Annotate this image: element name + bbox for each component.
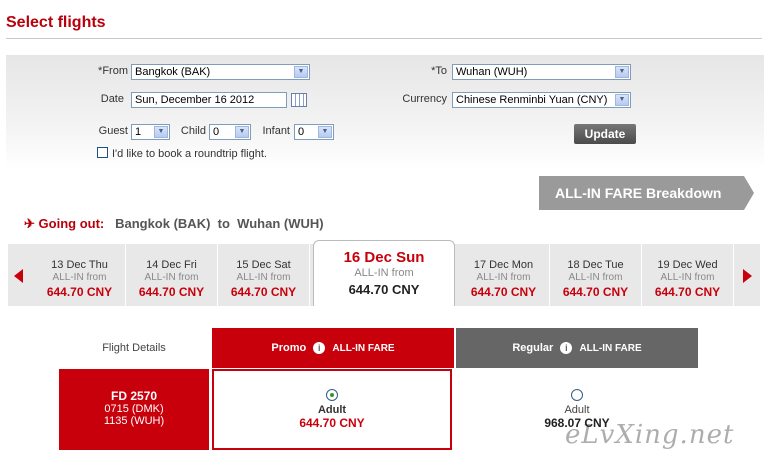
info-icon[interactable]: i bbox=[560, 342, 573, 355]
date-tab-sub: ALL-IN from bbox=[476, 272, 531, 283]
currency-label: Currency bbox=[402, 93, 447, 105]
currency-select[interactable]: Chinese Renminbi Yuan (CNY) ▼ bbox=[452, 92, 631, 108]
chevron-down-icon: ▼ bbox=[615, 94, 629, 106]
calendar-icon[interactable] bbox=[291, 93, 307, 107]
date-label: Date bbox=[100, 93, 124, 105]
update-button[interactable]: Update bbox=[574, 124, 636, 144]
date-tab-16-dec-selected[interactable]: 16 Dec Sun ALL-IN from 644.70 CNY bbox=[313, 240, 455, 306]
date-tab-date: 17 Dec Mon bbox=[473, 259, 534, 271]
date-tab-sub: ALL-IN from bbox=[354, 267, 414, 279]
date-tab-price: 644.70 CNY bbox=[654, 285, 721, 299]
infant-select[interactable]: 0 ▼ bbox=[294, 124, 334, 140]
promo-fare-option[interactable]: Adult 644.70 CNY bbox=[212, 369, 452, 450]
date-tab-sub: ALL-IN from bbox=[660, 272, 715, 283]
promo-label: Promo bbox=[271, 342, 307, 354]
from-label: *From bbox=[98, 65, 128, 77]
date-tab-14-dec[interactable]: 14 Dec Fri ALL-IN from 644.70 CNY bbox=[126, 244, 218, 306]
flight-info: FD 2570 0715 (DMK) 1135 (WUH) bbox=[59, 369, 209, 450]
from-select[interactable]: Bangkok (BAK) ▼ bbox=[131, 64, 310, 80]
chevron-down-icon: ▼ bbox=[154, 126, 168, 138]
date-tab-price: 644.70 CNY bbox=[138, 285, 205, 299]
date-input[interactable]: Sun, December 16 2012 bbox=[131, 92, 287, 108]
going-out-label: Going out: bbox=[38, 216, 105, 231]
date-tab-17-dec[interactable]: 17 Dec Mon ALL-IN from 644.70 CNY bbox=[458, 244, 550, 306]
date-tab-price: 644.70 CNY bbox=[348, 282, 420, 297]
date-tab-15-dec[interactable]: 15 Dec Sat ALL-IN from 644.70 CNY bbox=[218, 244, 310, 306]
next-dates-arrow-icon[interactable] bbox=[743, 269, 752, 283]
flight-details-header: Flight Details bbox=[102, 342, 166, 354]
page-title: Select flights bbox=[6, 14, 106, 31]
regular-fare-radio[interactable] bbox=[571, 389, 583, 401]
arrival-time: 1135 (WUH) bbox=[103, 415, 165, 427]
chevron-down-icon: ▼ bbox=[235, 126, 249, 138]
watermark: eLvXing.net bbox=[565, 420, 735, 450]
date-tab-price: 644.70 CNY bbox=[562, 285, 629, 299]
regular-pax: Adult bbox=[564, 404, 590, 416]
to-select[interactable]: Wuhan (WUH) ▼ bbox=[452, 64, 631, 80]
promo-pax: Adult bbox=[317, 404, 347, 416]
date-tab-13-dec[interactable]: 13 Dec Thu ALL-IN from 644.70 CNY bbox=[34, 244, 126, 306]
chevron-down-icon: ▼ bbox=[615, 66, 629, 78]
date-tab-date: 18 Dec Tue bbox=[567, 259, 624, 271]
date-tab-sub: ALL-IN from bbox=[52, 272, 107, 283]
to-value: Wuhan (WUH) bbox=[456, 66, 528, 78]
date-value: Sun, December 16 2012 bbox=[135, 94, 255, 106]
date-tab-date: 19 Dec Wed bbox=[657, 259, 718, 271]
regular-tag: ALL-IN FARE bbox=[579, 343, 642, 354]
chevron-down-icon: ▼ bbox=[318, 126, 332, 138]
promo-fare-header: Promo i ALL-IN FARE bbox=[212, 328, 454, 368]
date-tab-date: 13 Dec Thu bbox=[51, 259, 108, 271]
departure-time: 0715 (DMK) bbox=[104, 403, 164, 415]
route-connector: to bbox=[217, 216, 230, 231]
date-tab-date: 14 Dec Fri bbox=[146, 259, 197, 271]
breakdown-arrow bbox=[744, 176, 754, 210]
fare-breakdown-button[interactable]: ALL-IN FARE Breakdown bbox=[539, 176, 744, 210]
guest-label: Guest bbox=[98, 125, 128, 137]
date-tab-sub: ALL-IN from bbox=[236, 272, 291, 283]
roundtrip-label: I'd like to book a roundtrip flight. bbox=[112, 148, 267, 160]
chevron-down-icon: ▼ bbox=[294, 66, 308, 78]
info-icon[interactable]: i bbox=[313, 342, 326, 355]
currency-value: Chinese Renminbi Yuan (CNY) bbox=[456, 94, 608, 106]
promo-price: 644.70 CNY bbox=[299, 416, 365, 430]
to-label: *To bbox=[431, 65, 447, 77]
guest-select[interactable]: 1 ▼ bbox=[131, 124, 170, 140]
date-tab-sub: ALL-IN from bbox=[144, 272, 199, 283]
prev-dates-arrow-icon[interactable] bbox=[14, 269, 23, 283]
going-out-heading: ✈ Going out: Bangkok (BAK) to Wuhan (WUH… bbox=[24, 216, 324, 232]
child-label: Child bbox=[180, 125, 206, 137]
roundtrip-checkbox[interactable] bbox=[97, 147, 108, 158]
regular-fare-header: Regular i ALL-IN FARE bbox=[456, 328, 698, 368]
date-tab-sub: ALL-IN from bbox=[568, 272, 623, 283]
title-divider bbox=[6, 38, 762, 39]
date-tab-price: 644.70 CNY bbox=[46, 285, 113, 299]
flight-number: FD 2570 bbox=[110, 389, 158, 403]
child-value: 0 bbox=[213, 126, 220, 138]
promo-fare-radio[interactable] bbox=[326, 389, 338, 401]
infant-label: Infant bbox=[262, 125, 290, 137]
guest-value: 1 bbox=[135, 126, 142, 138]
date-tab-19-dec[interactable]: 19 Dec Wed ALL-IN from 644.70 CNY bbox=[642, 244, 734, 306]
regular-label: Regular bbox=[512, 342, 554, 354]
date-tab-18-dec[interactable]: 18 Dec Tue ALL-IN from 644.70 CNY bbox=[550, 244, 642, 306]
child-select[interactable]: 0 ▼ bbox=[209, 124, 251, 140]
date-tab-price: 644.70 CNY bbox=[230, 285, 297, 299]
infant-value: 0 bbox=[298, 126, 305, 138]
origin-city: Bangkok (BAK) bbox=[115, 216, 211, 231]
plane-icon: ✈ bbox=[24, 216, 35, 231]
date-tab-date: 15 Dec Sat bbox=[236, 259, 291, 271]
date-tab-date: 16 Dec Sun bbox=[343, 249, 425, 266]
promo-tag: ALL-IN FARE bbox=[332, 343, 395, 354]
destination-city: Wuhan (WUH) bbox=[237, 216, 324, 231]
date-tab-price: 644.70 CNY bbox=[470, 285, 537, 299]
from-value: Bangkok (BAK) bbox=[135, 66, 211, 78]
